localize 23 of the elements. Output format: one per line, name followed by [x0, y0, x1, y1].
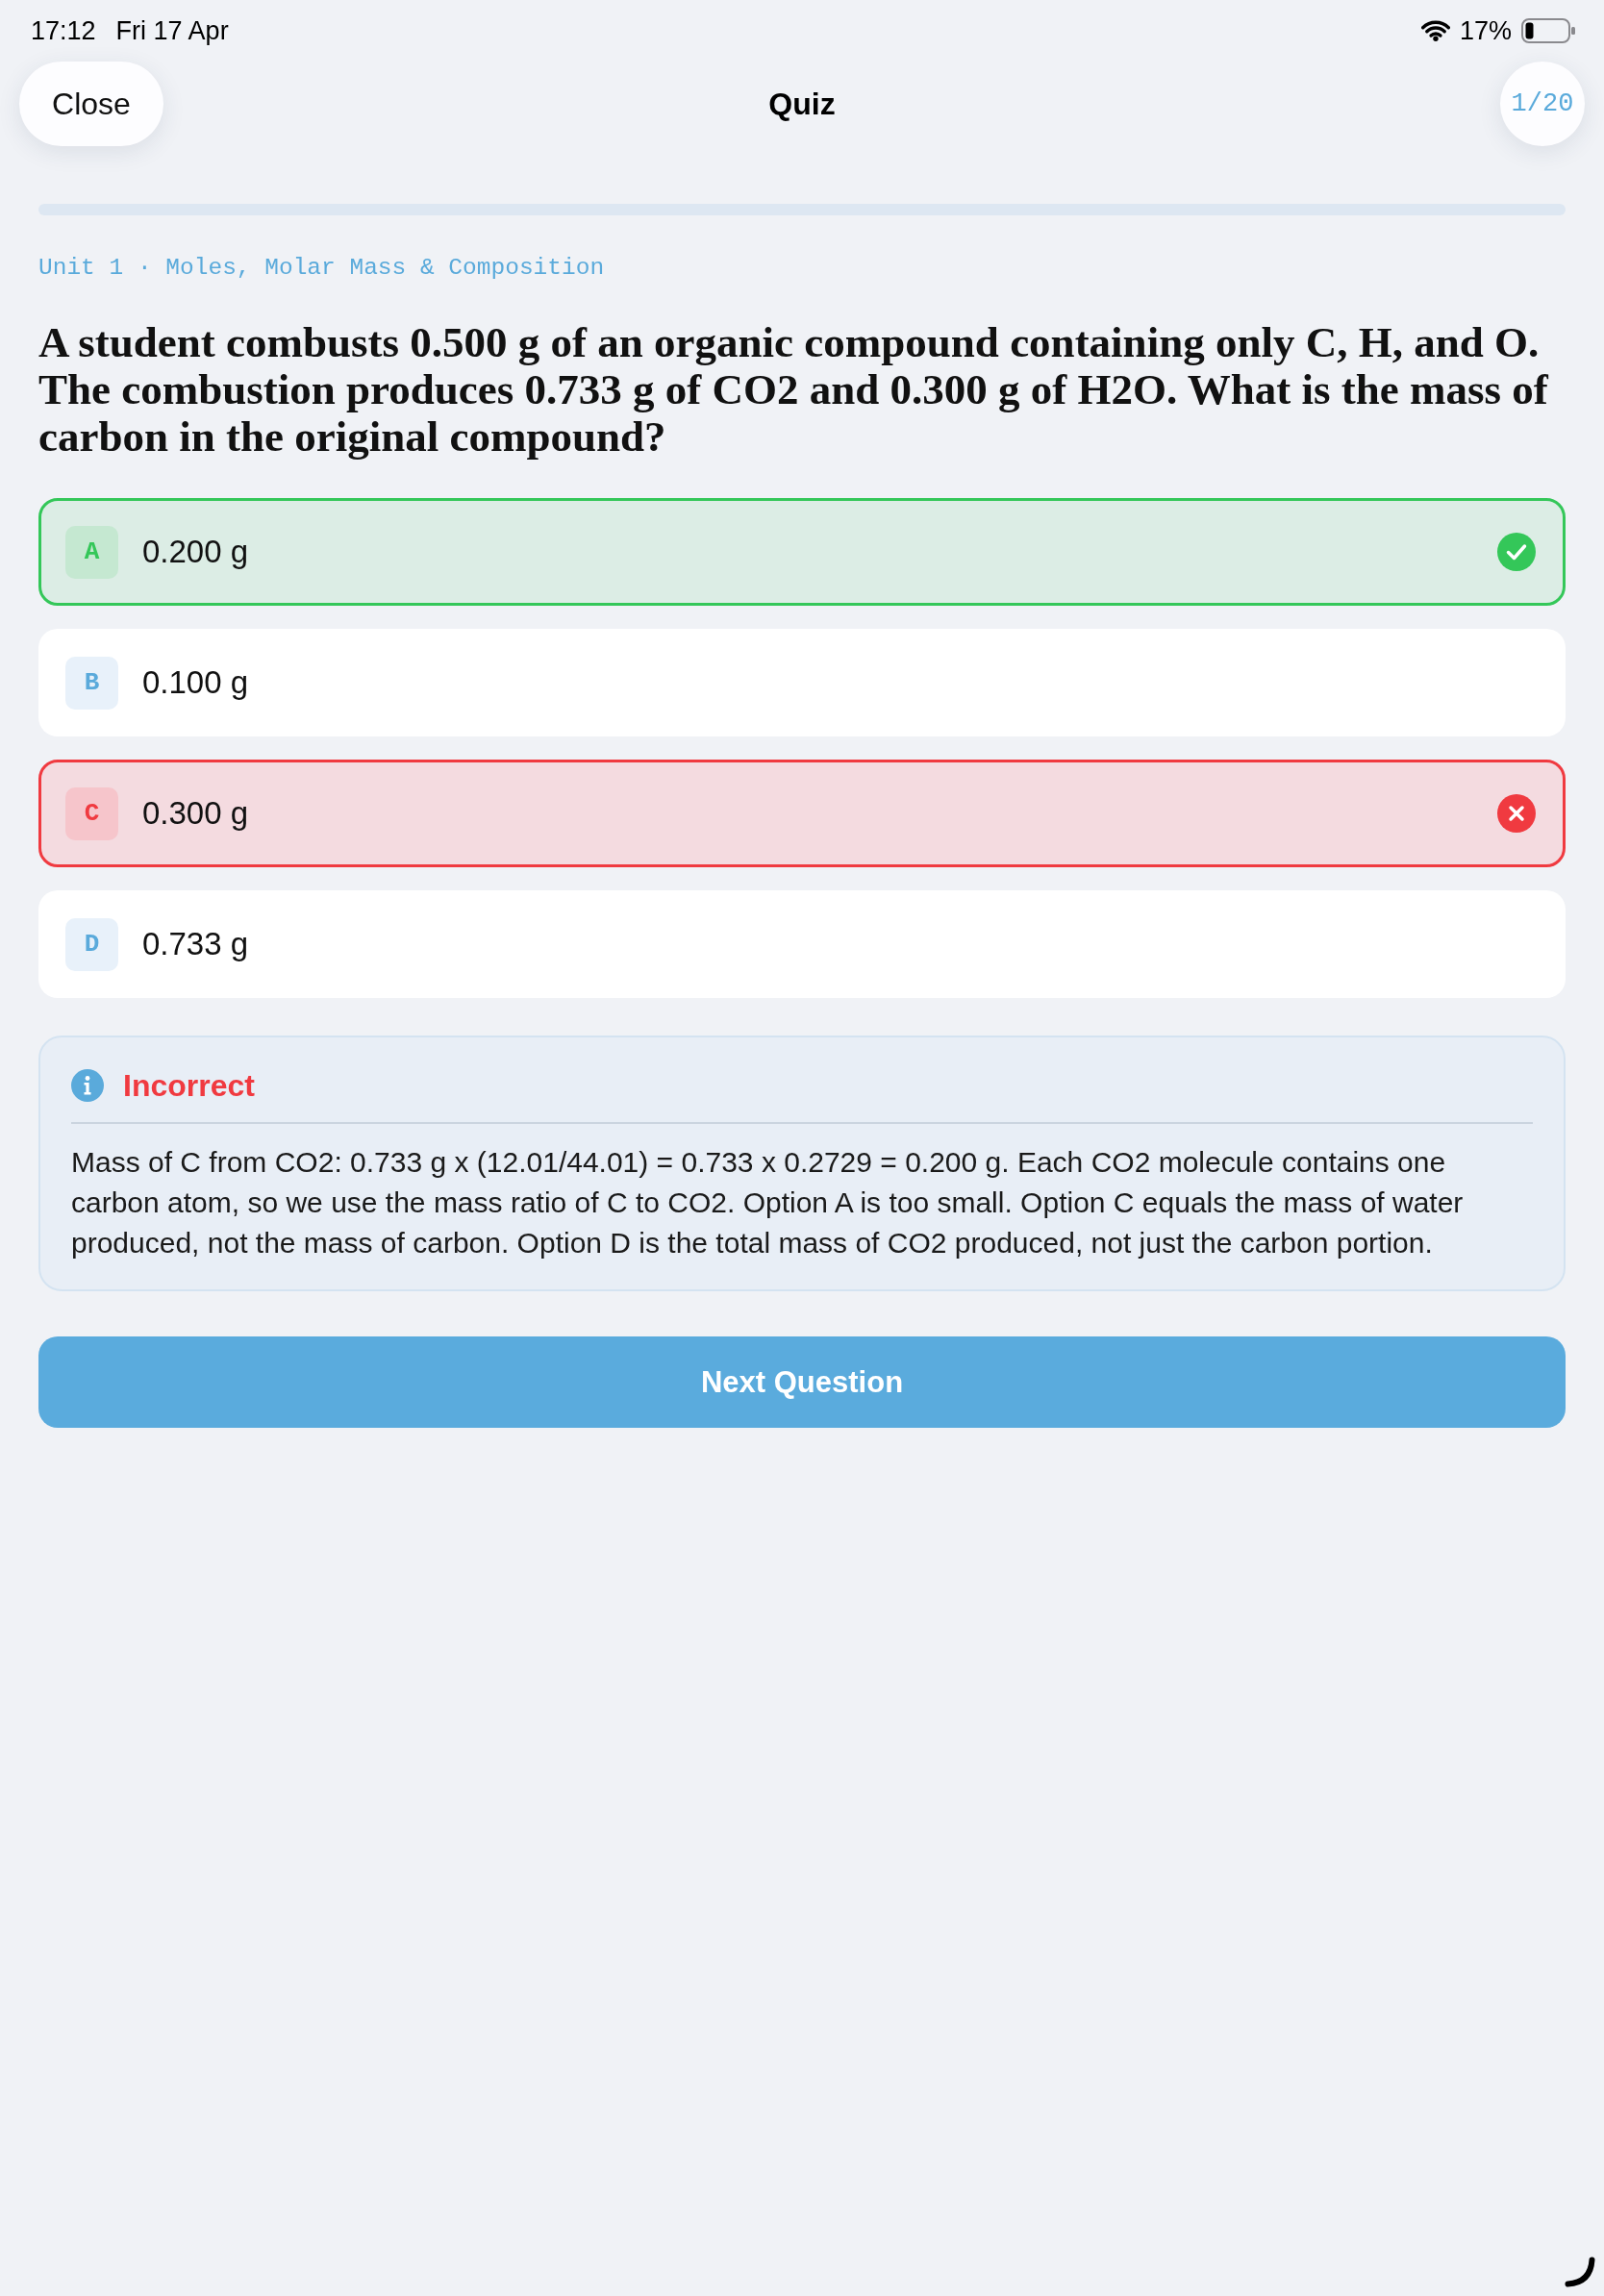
- answer-option[interactable]: C 0.300 g: [38, 760, 1566, 867]
- option-letter: A: [65, 525, 118, 579]
- answer-option[interactable]: D 0.733 g: [38, 890, 1566, 998]
- check-icon: [1497, 533, 1536, 571]
- screen-title: Quiz: [768, 86, 836, 122]
- answer-option[interactable]: B 0.100 g: [38, 629, 1566, 736]
- cross-icon: [1497, 794, 1536, 833]
- option-letter: D: [65, 917, 118, 971]
- option-letter: B: [65, 656, 118, 710]
- close-button[interactable]: Close: [19, 62, 163, 146]
- status-time: 17:12: [31, 15, 96, 46]
- question-text: A student combusts 0.500 g of an organic compound containing only C, H, and O. The combustion produces 0.733 g of CO2 and 0.300 g of H2O. What is the mass of carbon in the original compound?: [38, 319, 1550, 461]
- battery-percent: 17%: [1459, 15, 1512, 46]
- feedback-text: Mass of C from CO2: 0.733 g x (12.01/44.01) = 0.733 x 0.2729 = 0.200 g. Each CO2 molecule contains one carbon atom, so we use the mass ratio of C to CO2. Option A is too small. Option C equals the mass of water produced, not the mass of carbon. Option D is the total mass of CO2 produced, not just the carbon portion.: [71, 1145, 1465, 1260]
- status-date: Fri 17 Apr: [115, 15, 229, 46]
- info-icon: [71, 1069, 104, 1102]
- option-letter: C: [65, 786, 118, 840]
- answer-option[interactable]: A 0.200 g: [38, 498, 1566, 606]
- resize-handle-icon[interactable]: [1565, 2257, 1595, 2287]
- feedback-title: Incorrect: [123, 1067, 255, 1104]
- battery-icon: [1521, 18, 1575, 43]
- wifi-icon: [1420, 20, 1450, 41]
- topic-label: Unit 1 · Moles, Molar Mass & Composition: [38, 254, 606, 283]
